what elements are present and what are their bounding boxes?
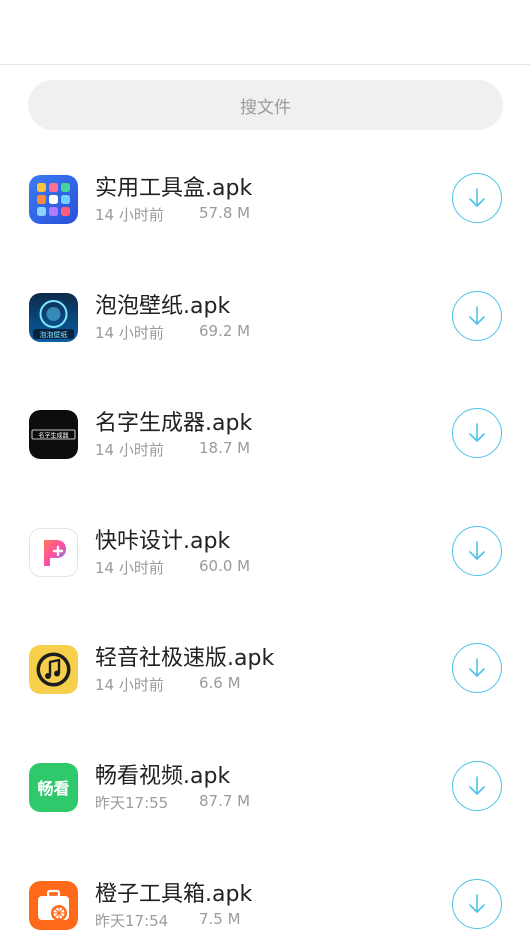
file-name: 畅看视频.apk — [95, 763, 231, 789]
download-arrow-icon — [469, 776, 485, 795]
name-generator-app-icon: 名字生成器 — [29, 410, 78, 460]
download-arrow-icon — [469, 188, 485, 207]
file-size: 18.7 M — [199, 439, 251, 458]
list-item[interactable]: 泡泡壁纸 泡泡壁纸.apk 14 小时前 69.2 M — [0, 258, 530, 376]
top-bar — [0, 0, 530, 65]
search-input[interactable]: 搜文件 — [28, 80, 503, 130]
file-size: 69.2 M — [199, 321, 251, 340]
list-item[interactable]: 橙子工具箱.apk 昨天17:54 7.5 M — [0, 846, 530, 940]
file-size: 60.0 M — [199, 556, 251, 575]
file-name: 快咔设计.apk — [95, 528, 231, 554]
file-size: 57.8 M — [199, 204, 251, 222]
bubble-wallpaper-app-icon: 泡泡壁纸 — [29, 292, 78, 342]
download-button[interactable] — [452, 525, 502, 576]
list-item[interactable]: 畅看 畅看视频.apk 昨天17:55 87.7 M — [0, 728, 530, 846]
file-size: 87.7 M — [199, 791, 251, 810]
download-arrow-icon — [469, 423, 485, 442]
download-arrow-icon — [469, 893, 485, 913]
list-item[interactable]: 快咔设计.apk 14 小时前 60.0 M — [0, 493, 530, 611]
file-time: 14 小时前 — [95, 206, 164, 224]
file-time: 14 小时前 — [95, 676, 164, 695]
download-button[interactable] — [452, 290, 502, 341]
svg-text:畅看: 畅看 — [37, 779, 69, 798]
kuaika-design-app-icon — [29, 527, 78, 577]
file-time: 14 小时前 — [95, 558, 164, 577]
download-button[interactable] — [452, 760, 502, 811]
file-time: 14 小时前 — [95, 323, 164, 342]
download-button[interactable] — [452, 878, 502, 929]
file-time: 14 小时前 — [95, 441, 164, 460]
toolbox-app-icon — [29, 175, 78, 224]
svg-text:名字生成器: 名字生成器 — [38, 432, 68, 440]
download-button[interactable] — [452, 643, 502, 694]
download-button[interactable] — [452, 408, 502, 459]
download-arrow-icon — [469, 305, 485, 325]
list-item[interactable]: 实用工具盒.apk 14 小时前 57.8 M — [0, 140, 530, 258]
file-size: 6.6 M — [199, 674, 241, 693]
file-size: 7.5 M — [199, 909, 241, 928]
file-name: 实用工具盒.apk — [95, 176, 253, 201]
download-button[interactable] — [452, 173, 502, 223]
changkan-video-app-icon: 畅看 — [29, 762, 78, 812]
file-list: 实用工具盒.apk 14 小时前 57.8 M 泡泡壁纸 泡泡壁纸.apk 14… — [0, 140, 530, 940]
download-arrow-icon — [469, 540, 485, 560]
download-arrow-icon — [469, 658, 485, 678]
orange-toolbox-app-icon — [29, 880, 78, 930]
file-list-screen: 搜文件 实用工具盒.apk 14 小时前 57.8 M 泡泡壁纸 泡泡壁纸.ap… — [0, 0, 530, 940]
list-item[interactable]: 轻音社极速版.apk 14 小时前 6.6 M — [0, 610, 530, 728]
file-name: 名字生成器.apk — [95, 411, 253, 437]
file-name: 轻音社极速版.apk — [95, 646, 275, 672]
music-note-app-icon — [29, 645, 78, 695]
file-name: 泡泡壁纸.apk — [95, 293, 231, 319]
file-name: 橙子工具箱.apk — [95, 881, 253, 907]
file-time: 昨天17:54 — [95, 911, 169, 930]
list-item[interactable]: 名字生成器 名字生成器.apk 14 小时前 18.7 M — [0, 375, 530, 493]
file-time: 昨天17:55 — [95, 793, 169, 812]
search-placeholder: 搜文件 — [240, 97, 291, 118]
svg-text:泡泡壁纸: 泡泡壁纸 — [40, 330, 68, 339]
